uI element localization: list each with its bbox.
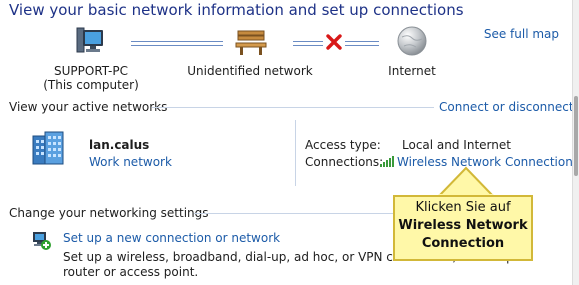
computer-node[interactable]: SUPPORT-PC (This computer): [40, 64, 142, 92]
bench-icon: [234, 28, 268, 56]
access-type-label: Access type:: [305, 138, 381, 152]
section-divider: [152, 107, 434, 108]
settings-heading: Change your networking settings: [9, 206, 209, 220]
vertical-divider: [295, 120, 296, 186]
work-network-link[interactable]: Work network: [89, 155, 172, 169]
network-node[interactable]: Unidentified network: [180, 64, 320, 78]
connection-line-broken-right: [345, 41, 379, 46]
disconnected-x-icon: [326, 34, 342, 50]
connection-line: [131, 41, 223, 46]
work-network-icon: [31, 130, 73, 166]
connection-line-broken-left: [293, 41, 323, 46]
callout-line1: Klicken Sie auf: [415, 200, 511, 215]
callout-line3: Connection: [421, 236, 505, 251]
globe-icon: [396, 25, 428, 57]
network-name: lan.calus: [89, 138, 150, 152]
connections-label: Connections:: [305, 155, 384, 169]
computer-icon: [74, 26, 106, 58]
see-full-map-link[interactable]: See full map: [484, 27, 559, 41]
connect-or-disconnect-link[interactable]: Connect or disconnect: [439, 100, 574, 114]
callout-pointer: [435, 166, 497, 198]
signal-strength-icon: [380, 155, 394, 167]
new-connection-icon: [30, 229, 52, 251]
access-type-value: Local and Internet: [402, 138, 511, 152]
setup-connection-link[interactable]: Set up a new connection or network: [63, 231, 280, 245]
page-title: View your basic network information and …: [9, 1, 464, 19]
section-divider: [194, 213, 394, 214]
scrollbar-thumb[interactable]: [574, 96, 578, 176]
callout-box: Klicken Sie auf Wireless Network Connect…: [393, 195, 533, 261]
active-networks-heading: View your active networks: [9, 100, 168, 114]
computer-subtitle: (This computer): [43, 78, 139, 92]
callout-line2: Wireless Network: [398, 218, 528, 233]
computer-name: SUPPORT-PC: [54, 64, 128, 78]
internet-node[interactable]: Internet: [372, 64, 452, 78]
